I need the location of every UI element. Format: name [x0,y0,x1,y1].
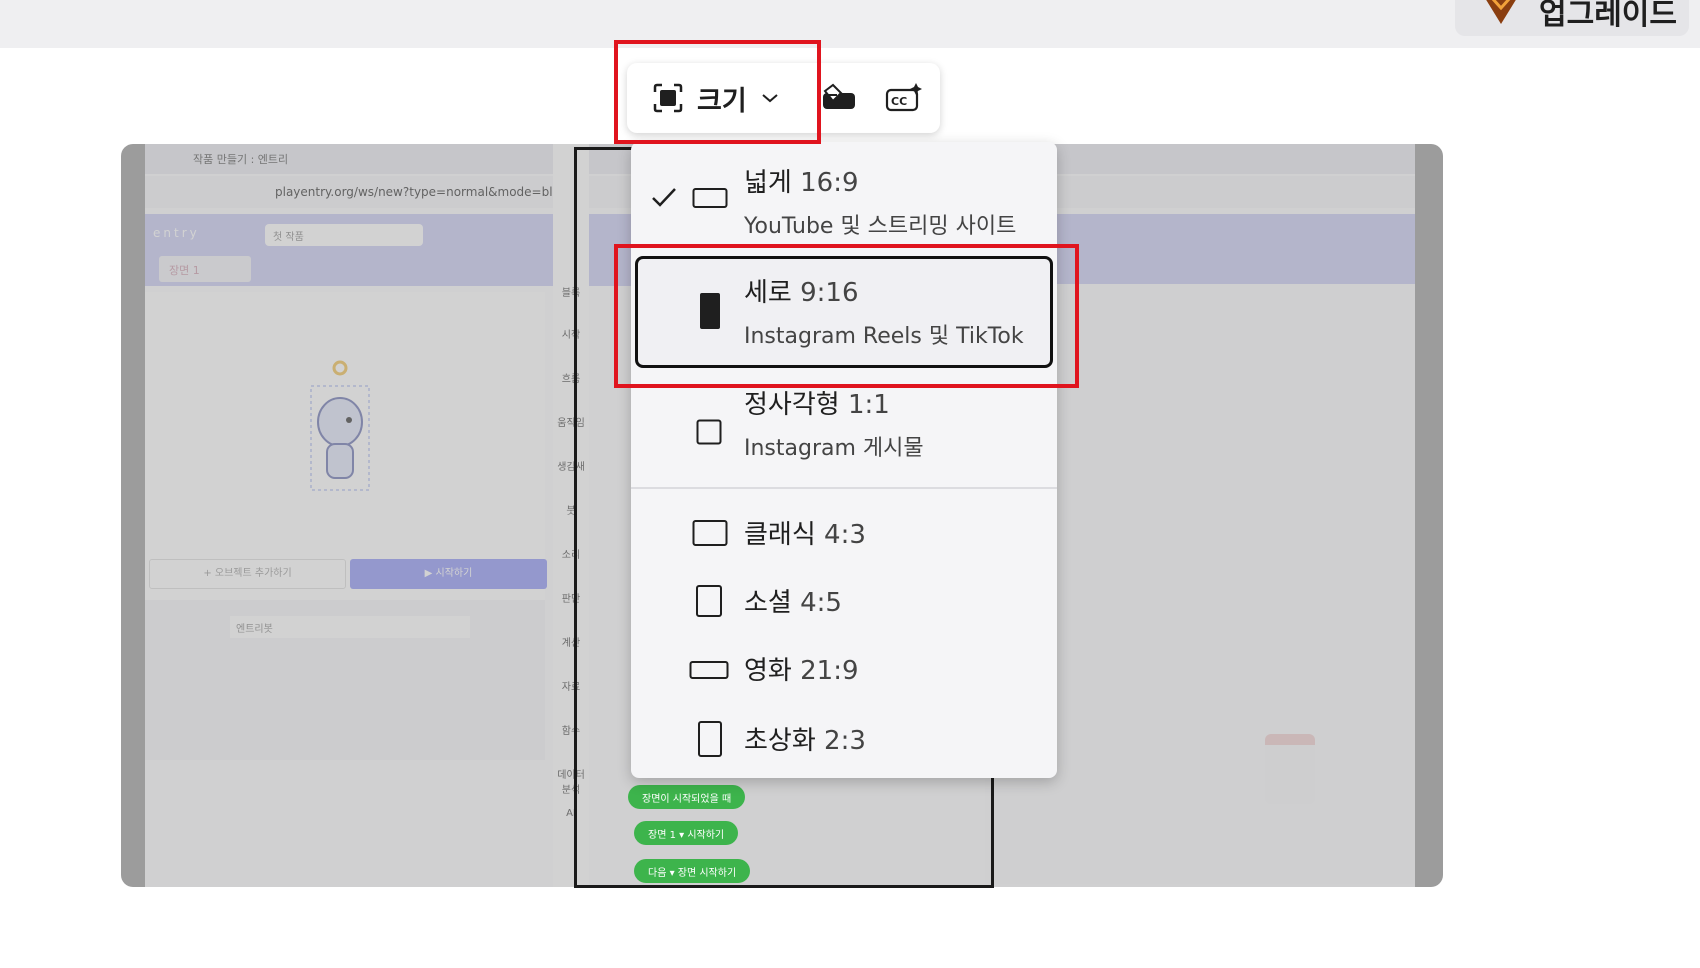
highlight-box-vertical-option [614,244,1079,388]
social-ratio-icon [696,585,722,617]
background-remove-button[interactable] [817,78,859,118]
add-object-button: + 오브젝트 추가하기 [149,559,346,589]
aspect-ratio-menu: 넓게 16:9 YouTube 및 스트리밍 사이트 세로 9:16 Insta… [631,142,1057,778]
upgrade-button[interactable]: 업그레이드 [1455,0,1689,36]
captions-ai-icon: CC [885,83,922,112]
menu-item-title: 초상화 2:3 [744,726,866,756]
trash-icon [1265,734,1315,804]
classic-ratio-icon [692,520,728,546]
menu-item-title: 영화 21:9 [744,656,859,686]
menu-item-square[interactable]: 정사각형 1:1 Instagram 게시물 [631,372,1057,484]
highlight-box-size-button [614,40,821,144]
menu-item-subtitle: Instagram 게시물 [744,436,924,461]
menu-item-title: 넓게 16:9 [744,168,859,198]
menu-item-social[interactable]: 소셜 4:5 [631,572,1057,632]
object-panel: 엔트리봇 [145,600,545,760]
landscape-ratio-icon [692,188,728,208]
project-title-field: 첫 작품 [265,224,423,246]
object-name-field: 엔트리봇 [230,616,470,638]
cinema-ratio-icon [689,661,729,679]
portrait-2-3-ratio-icon [698,721,722,757]
diamond-icon [1486,0,1516,24]
menu-item-portrait[interactable]: 초상화 2:3 [631,708,1057,772]
menu-item-subtitle: YouTube 및 스트리밍 사이트 [744,214,1017,239]
upgrade-label: 업그레이드 [1539,0,1677,32]
code-block: 다음 ▾ 장면 시작하기 [634,859,751,883]
square-ratio-icon [696,419,722,445]
code-block: 장면이 시작되었을 때 [628,785,746,809]
menu-item-title: 소셜 4:5 [744,588,842,618]
menu-item-classic[interactable]: 클래식 4:3 [631,504,1057,564]
background-remove-icon [823,83,855,109]
menu-divider [631,487,1057,489]
captions-button[interactable]: CC [883,78,925,118]
menu-item-wide[interactable]: 넓게 16:9 YouTube 및 스트리밍 사이트 [631,142,1057,252]
scene-tab: 장면 1 [159,256,251,282]
start-button: ▶ 시작하기 [350,559,547,589]
top-bar [0,0,1700,48]
browser-url: playentry.org/ws/new?type=normal&mode=bl… [275,185,587,199]
browser-tab-title: 작품 만들기 : 엔트리 [193,153,289,166]
menu-item-cinema[interactable]: 영화 21:9 [631,640,1057,700]
entry-logo: entry [153,226,200,240]
svg-text:CC: CC [891,95,907,108]
menu-item-title: 클래식 4:3 [744,520,866,550]
menu-item-title: 정사각형 1:1 [744,390,890,420]
code-block: 장면 1 ▾ 시작하기 [634,821,739,845]
entrybot-sprite [310,360,370,491]
checkmark-icon [652,188,676,207]
